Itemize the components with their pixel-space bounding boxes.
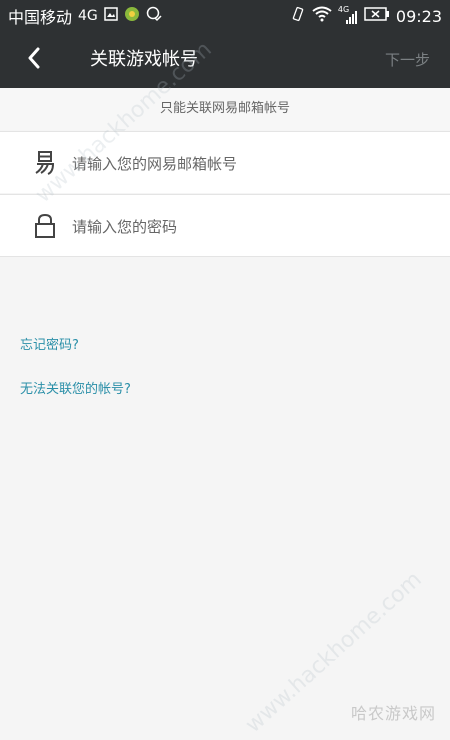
vibrate-icon bbox=[290, 6, 306, 26]
image-notification-icon bbox=[104, 7, 118, 25]
email-input[interactable] bbox=[70, 146, 424, 182]
watermark-text: 哈农游戏网 bbox=[350, 704, 436, 723]
lock-icon bbox=[32, 212, 58, 240]
network-type-label: 4G bbox=[78, 8, 98, 24]
clock: 09:23 bbox=[395, 6, 442, 26]
back-button[interactable] bbox=[18, 44, 50, 76]
app-notification-icon bbox=[124, 6, 140, 26]
password-row bbox=[0, 194, 450, 257]
status-bar-left: 中国移动 4G bbox=[8, 4, 162, 28]
cannot-link-account-link[interactable]: 无法关联您的帐号? bbox=[20, 378, 131, 397]
battery-icon bbox=[364, 7, 390, 25]
status-bar-right: 4G 09:23 bbox=[290, 5, 442, 26]
chevron-left-icon bbox=[27, 47, 41, 73]
carrier-label: 中国移动 bbox=[8, 8, 73, 27]
wifi-icon bbox=[312, 6, 332, 26]
password-input[interactable] bbox=[70, 209, 424, 245]
next-step-button[interactable]: 下一步 bbox=[385, 32, 430, 88]
notice-text: 只能关联网易邮箱帐号 bbox=[0, 88, 450, 130]
shield-check-icon bbox=[146, 6, 162, 26]
cellular-signal-icon: 4G bbox=[338, 5, 358, 25]
title-bar: 关联游戏帐号 下一步 bbox=[0, 32, 450, 88]
status-bar: 中国移动 4G 4G 09:23 bbox=[0, 0, 450, 32]
forgot-password-link[interactable]: 忘记密码? bbox=[20, 334, 79, 353]
